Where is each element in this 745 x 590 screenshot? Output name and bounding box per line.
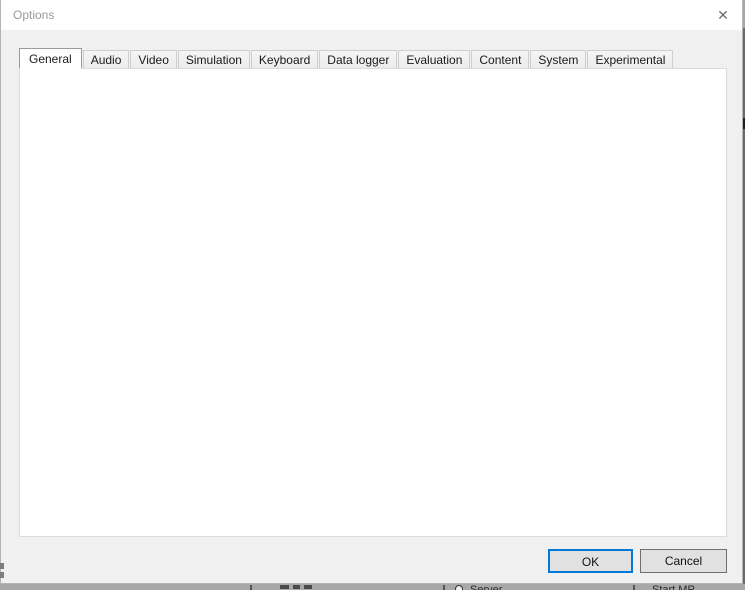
screen: Server Start MP Options ✕ General Audio …: [0, 0, 745, 590]
window-behind-fragment: [443, 585, 445, 590]
tab-content[interactable]: Content: [471, 50, 530, 69]
window-behind-fragment: [304, 585, 312, 589]
tab-keyboard[interactable]: Keyboard: [250, 50, 319, 69]
tab-simulation[interactable]: Simulation: [177, 50, 250, 69]
ok-button[interactable]: OK: [548, 549, 633, 573]
options-dialog: Options ✕ General Audio Video Simulation…: [0, 0, 743, 584]
tab-system[interactable]: System: [530, 50, 587, 69]
tab-general[interactable]: General: [19, 48, 82, 69]
window-behind-fragment: [633, 585, 635, 590]
general-tab-page: [19, 68, 727, 537]
cancel-button[interactable]: Cancel: [640, 549, 727, 573]
server-radio-fragment: [455, 585, 463, 590]
tab-data-logger[interactable]: Data logger: [319, 50, 398, 69]
tab-evaluation[interactable]: Evaluation: [398, 50, 471, 69]
window-behind-fragment: [0, 572, 4, 578]
close-icon[interactable]: ✕: [709, 5, 737, 25]
window-title: Options: [13, 8, 55, 22]
window-behind-fragment: [0, 563, 4, 569]
window-behind-label: Start MP: [652, 584, 695, 590]
title-bar: Options ✕: [1, 0, 742, 30]
tab-strip: General Audio Video Simulation Keyboard …: [19, 48, 674, 69]
window-behind-label: Server: [470, 584, 503, 590]
tab-video[interactable]: Video: [130, 50, 177, 69]
tab-audio[interactable]: Audio: [82, 50, 130, 69]
window-behind-fragment: [280, 585, 289, 589]
window-behind-bottom-strip: Server Start MP: [0, 583, 745, 590]
window-behind-fragment: [250, 585, 252, 590]
tab-experimental[interactable]: Experimental: [587, 50, 674, 69]
window-behind-fragment: [293, 585, 300, 589]
